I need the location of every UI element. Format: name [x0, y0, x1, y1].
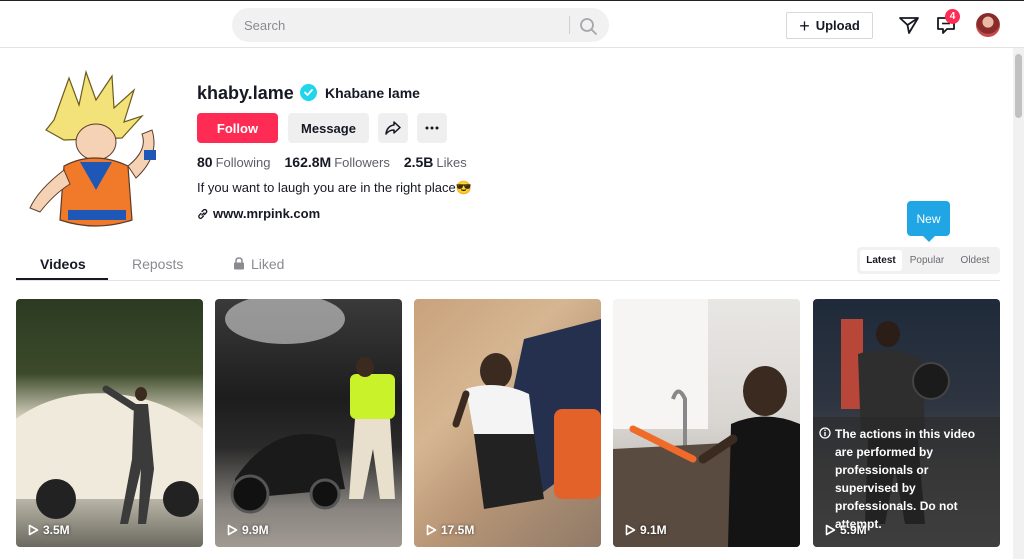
upload-label: Upload: [815, 18, 860, 33]
profile-username: khaby.lame: [197, 83, 294, 103]
search-divider: [569, 16, 570, 34]
video-view-count: 3.5M: [28, 523, 70, 537]
scrollbar-thumb[interactable]: [1015, 54, 1022, 118]
follow-button[interactable]: Follow: [197, 113, 278, 143]
video-thumbnail: [452, 319, 601, 509]
sort-latest[interactable]: Latest: [860, 250, 902, 271]
profile-tabs: Videos Reposts Liked: [16, 248, 1000, 281]
play-icon: [227, 524, 238, 536]
play-icon: [625, 524, 636, 536]
profile-nickname: Khabane lame: [325, 85, 420, 101]
user-avatar[interactable]: [976, 13, 1000, 37]
message-button[interactable]: Message: [288, 113, 369, 143]
video-card[interactable]: The actions in this video are performed …: [813, 299, 1000, 547]
video-view-count: 5.9M: [825, 523, 867, 537]
plus-icon: +: [799, 15, 810, 36]
lock-icon: [234, 257, 244, 270]
sort-toggle: Latest Popular Oldest: [857, 247, 1000, 274]
video-card[interactable]: 3.5M: [16, 299, 203, 547]
video-view-count: 17.5M: [426, 523, 474, 537]
video-thumbnail: [16, 385, 203, 524]
play-icon: [28, 524, 39, 536]
content-warning-text: The actions in this video are performed …: [835, 427, 976, 531]
profile-avatar: [29, 70, 156, 227]
search-box[interactable]: [232, 8, 609, 42]
search-icon[interactable]: [578, 16, 598, 36]
inbox-badge: 4: [945, 9, 960, 24]
link-icon: [198, 208, 208, 219]
new-tooltip: New: [907, 201, 950, 242]
sort-popular[interactable]: Popular: [905, 250, 949, 271]
active-tab-indicator: [16, 278, 108, 280]
more-icon: [425, 126, 439, 130]
play-icon: [426, 524, 437, 536]
video-card[interactable]: 9.1M: [613, 299, 800, 547]
video-view-count: 9.9M: [227, 523, 269, 537]
upload-button[interactable]: + Upload: [786, 12, 873, 39]
tab-videos[interactable]: Videos: [40, 256, 86, 272]
video-thumbnail: [225, 299, 395, 514]
verified-badge-icon: [300, 84, 317, 101]
video-card[interactable]: 9.9M: [215, 299, 402, 547]
send-icon[interactable]: [898, 14, 920, 36]
likes-stat: 2.5B Likes: [403, 154, 467, 170]
video-view-count: 9.1M: [625, 523, 667, 537]
info-icon: [819, 427, 831, 439]
tab-liked[interactable]: Liked: [233, 256, 284, 272]
tab-liked-label: Liked: [251, 256, 285, 272]
top-navigation-bar: + Upload 4: [0, 0, 1024, 48]
page-scrollbar[interactable]: [1013, 48, 1024, 559]
tab-reposts[interactable]: Reposts: [132, 256, 183, 272]
profile-link[interactable]: www.mrpink.com: [197, 206, 320, 221]
profile-link-text: www.mrpink.com: [213, 206, 321, 221]
more-options-button[interactable]: [417, 113, 447, 143]
followers-stat[interactable]: 162.8M Followers: [285, 154, 390, 170]
video-card[interactable]: 17.5M: [414, 299, 601, 547]
video-thumbnail: [613, 299, 800, 547]
search-input[interactable]: [244, 16, 564, 34]
share-icon: [385, 121, 401, 135]
play-icon: [825, 524, 836, 536]
profile-stats: 80 Following 162.8M Followers 2.5B Likes: [197, 154, 467, 170]
profile-bio: If you want to laugh you are in the righ…: [197, 180, 472, 195]
share-button[interactable]: [378, 113, 408, 143]
following-stat[interactable]: 80 Following: [197, 154, 271, 170]
sort-oldest[interactable]: Oldest: [953, 250, 997, 271]
